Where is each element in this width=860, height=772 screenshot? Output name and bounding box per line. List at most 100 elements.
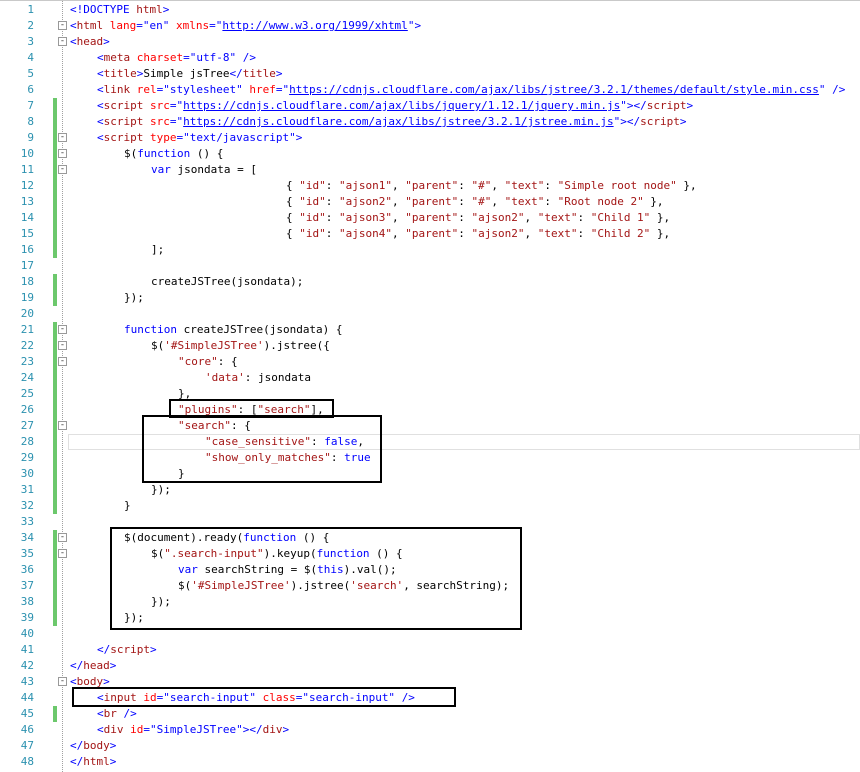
code-line[interactable]: 11 - var jsondata = [ — [0, 162, 860, 178]
code-token: https://cdnjs.cloudflare.com/ajax/libs/j… — [183, 115, 614, 128]
code-line[interactable]: 28 "case_sensitive": false, — [0, 434, 860, 450]
collapse-icon[interactable]: - — [58, 341, 67, 350]
code-token: , — [524, 227, 538, 240]
code-line[interactable]: 9 - <script type="text/javascript"> — [0, 130, 860, 146]
code-token: xmlns — [176, 19, 210, 32]
line-number: 6 — [27, 83, 34, 96]
code-line[interactable]: 20 — [0, 306, 860, 322]
code-line[interactable]: 14 { "id": "ajson3", "parent": "ajson2", … — [0, 210, 860, 226]
collapse-icon[interactable]: - — [58, 21, 67, 30]
collapse-icon[interactable]: - — [58, 357, 67, 366]
code-token: < — [97, 115, 104, 128]
code-token: }, — [643, 195, 664, 208]
line-number: 3 — [27, 35, 34, 48]
code-line[interactable]: 31}); — [0, 482, 860, 498]
collapse-icon[interactable]: - — [58, 421, 67, 430]
code-token: : — [458, 211, 472, 224]
change-marker — [53, 546, 57, 562]
code-text: <head> — [70, 34, 110, 50]
code-token: "core" — [178, 355, 218, 368]
code-line[interactable]: 32} — [0, 498, 860, 514]
code-token: https://cdnjs.cloudflare.com/ajax/libs/j… — [289, 83, 819, 96]
code-line[interactable]: 24 'data': jsondata — [0, 370, 860, 386]
code-line[interactable]: 3 - <head> — [0, 34, 860, 50]
code-token: rel — [136, 83, 157, 96]
code-line[interactable]: 30} — [0, 466, 860, 482]
code-line[interactable]: 47 </body> — [0, 738, 860, 754]
collapse-icon[interactable]: - — [58, 325, 67, 334]
code-token: "ajson2" — [471, 211, 525, 224]
code-token: : — [577, 211, 591, 224]
line-number: 14 — [20, 211, 34, 224]
code-line[interactable]: 16]; — [0, 242, 860, 258]
code-line[interactable]: 1 <!DOCTYPE html> — [0, 2, 860, 18]
code-token: "ajson1" — [339, 179, 392, 192]
code-token: html — [83, 755, 110, 768]
change-marker — [53, 594, 57, 610]
line-number: 32 — [20, 499, 34, 512]
code-line[interactable]: 27- "search": { — [0, 418, 860, 434]
code-token: createJSTree(jsondata) { — [176, 323, 343, 336]
code-token: : — [325, 227, 339, 240]
code-token: > — [686, 99, 694, 112]
code-line[interactable]: 23 - "core": { — [0, 354, 860, 370]
collapse-icon[interactable]: - — [58, 37, 67, 46]
code-line[interactable]: 4 <meta charset="utf-8" /> — [0, 50, 860, 66]
code-token: , — [491, 179, 505, 192]
collapse-icon[interactable]: - — [58, 533, 67, 542]
change-marker — [53, 434, 57, 450]
code-token: jsondata = [ — [170, 163, 257, 176]
code-line[interactable]: 42 </head> — [0, 658, 860, 674]
code-line[interactable]: 29 "show_only_matches": true — [0, 450, 860, 466]
code-text: { "id": "ajson3", "parent": "ajson2", "t… — [286, 210, 670, 226]
code-token: , — [524, 211, 538, 224]
code-line[interactable]: 6 <link rel="stylesheet" href="https://cd… — [0, 82, 860, 98]
code-line[interactable]: 25}, — [0, 386, 860, 402]
code-token: : — [325, 195, 339, 208]
line-number: 38 — [20, 595, 34, 608]
code-token: title — [103, 67, 137, 80]
code-line[interactable]: 2 - <html lang="en" xmlns="http://www.w3.o… — [0, 18, 860, 34]
code-line[interactable]: 12 { "id": "ajson1", "parent": "#", "text… — [0, 178, 860, 194]
code-editor[interactable]: 1 <!DOCTYPE html> 2- <html lang="en" xmlns=… — [0, 0, 860, 772]
code-line[interactable]: 41 </script> — [0, 642, 860, 658]
code-line[interactable]: 8 <script src="https://cdnjs.cloudflare.c… — [0, 114, 860, 130]
code-line[interactable]: 15 { "id": "ajson4", "parent": "ajson2", … — [0, 226, 860, 242]
collapse-icon[interactable]: - — [58, 549, 67, 558]
code-token: src — [150, 115, 170, 128]
code-text: $('#SimpleJSTree').jstree({ — [151, 338, 330, 354]
change-marker — [53, 178, 57, 194]
code-token: > — [414, 19, 422, 32]
change-marker — [53, 146, 57, 162]
code-token: "stylesheet" — [163, 83, 243, 96]
code-token: lang — [109, 19, 137, 32]
code-line[interactable]: 18 createJSTree(jsondata); — [0, 274, 860, 290]
code-line[interactable]: 5 <title>Simple jsTree</title> — [0, 66, 860, 82]
code-token: <!DOCTYPE — [70, 3, 130, 16]
collapse-icon[interactable]: - — [58, 677, 67, 686]
code-line[interactable]: 48 </html> — [0, 754, 860, 770]
collapse-icon[interactable]: - — [58, 165, 67, 174]
line-number: 8 — [27, 115, 34, 128]
line-number: 46 — [20, 723, 34, 736]
line-number: 35 — [20, 547, 34, 560]
code-token: }, — [650, 211, 671, 224]
collapse-icon[interactable]: - — [58, 149, 67, 158]
code-line[interactable]: 19}); — [0, 290, 860, 306]
code-line[interactable]: 7 <script src="https://cdnjs.cloudflare.c… — [0, 98, 860, 114]
code-line[interactable]: 26 "plugins": ["search"], — [0, 402, 860, 418]
code-token: html — [136, 3, 163, 16]
code-text: 'data': jsondata — [205, 370, 311, 386]
change-marker — [53, 498, 57, 514]
collapse-icon[interactable]: - — [58, 133, 67, 142]
code-line[interactable]: 22 - $('#SimpleJSTree').jstree({ — [0, 338, 860, 354]
code-token: > — [679, 115, 687, 128]
code-token: link — [103, 83, 131, 96]
change-marker — [53, 450, 57, 466]
code-line[interactable]: 46 <div id="SimpleJSTree"></div> — [0, 722, 860, 738]
code-line[interactable]: 45 <br /> — [0, 706, 860, 722]
code-line[interactable]: 10 - $(function () { — [0, 146, 860, 162]
code-line[interactable]: 21 - function createJSTree(jsondata) { — [0, 322, 860, 338]
code-line[interactable]: 13 { "id": "ajson2", "parent": "#", "text… — [0, 194, 860, 210]
code-line[interactable]: 17 — [0, 258, 860, 274]
